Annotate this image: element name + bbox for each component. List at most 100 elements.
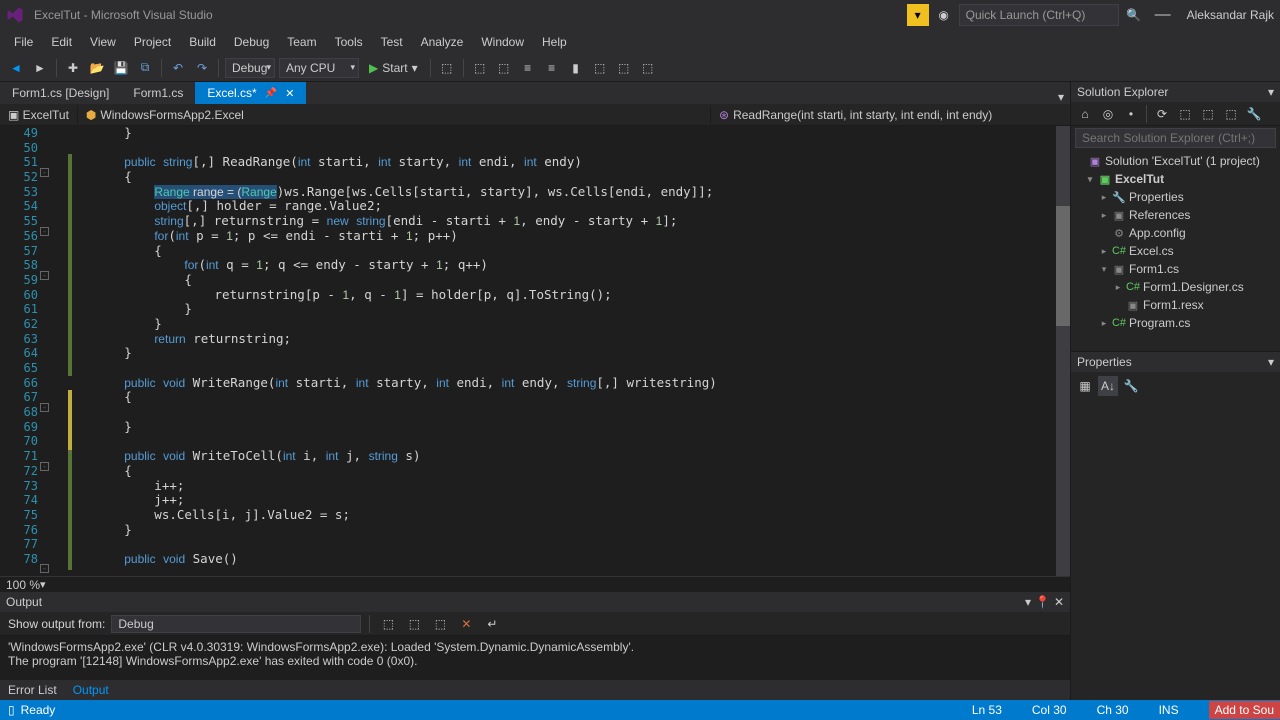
out-tool-3[interactable]: ⬚ [430, 614, 450, 634]
tab-overflow-button[interactable]: ▾ [1052, 90, 1070, 104]
panel-dropdown-icon[interactable]: ▾ [1268, 85, 1274, 99]
status-bar: ▯Ready Ln 53 Col 30 Ch 30 INS Add to Sou [0, 700, 1280, 720]
tree-item: ▸C#Excel.cs [1071, 242, 1280, 260]
out-clear-icon[interactable]: ✕ [456, 614, 476, 634]
line-gutter: 4950515253545556575859606162636465666768… [0, 126, 60, 576]
minimize-button[interactable]: — [1149, 6, 1177, 24]
new-project-button[interactable]: ✚ [63, 58, 83, 78]
open-file-button[interactable]: 📂 [87, 58, 107, 78]
out-wrap-icon[interactable]: ↵ [482, 614, 502, 634]
menu-team[interactable]: Team [279, 32, 324, 52]
context-member[interactable]: ⊛ReadRange(int starti, int starty, int e… [710, 106, 1070, 124]
main-toolbar: ◄ ► ✚ 📂 💾 ⧉ ↶ ↷ Debug Any CPU ▶Start ▾ ⬚… [0, 54, 1280, 82]
tb-icon-2[interactable]: ⬚ [470, 58, 490, 78]
play-icon: ▶ [369, 61, 378, 75]
se-refresh-icon[interactable]: ⟳ [1152, 104, 1172, 124]
output-source-combo[interactable]: Debug [111, 615, 361, 633]
menu-edit[interactable]: Edit [43, 32, 80, 52]
tree-solution: ▣Solution 'ExcelTut' (1 project) [1071, 152, 1280, 170]
bookmark-button[interactable]: ▮ [566, 58, 586, 78]
fold-icon[interactable]: - [40, 271, 49, 280]
output-pin-icon[interactable]: 📍 [1035, 595, 1050, 609]
se-icon-7[interactable]: ⬚ [1221, 104, 1241, 124]
redo-button[interactable]: ↷ [192, 58, 212, 78]
context-class[interactable]: ⬢WindowsFormsApp2.Excel [78, 106, 710, 124]
tab-error-list[interactable]: Error List [4, 681, 61, 699]
menu-help[interactable]: Help [534, 32, 575, 52]
indent-more-button[interactable]: ≡ [542, 58, 562, 78]
indent-less-button[interactable]: ≡ [518, 58, 538, 78]
tb-icon-1[interactable]: ⬚ [437, 58, 457, 78]
properties-title: Properties [1077, 355, 1132, 369]
se-icon-5[interactable]: ⬚ [1175, 104, 1195, 124]
menu-window[interactable]: Window [473, 32, 532, 52]
menu-file[interactable]: File [6, 32, 41, 52]
close-tab-icon[interactable]: ✕ [285, 87, 294, 100]
out-tool-1[interactable]: ⬚ [378, 614, 398, 634]
tree-item: ⚙App.config [1071, 224, 1280, 242]
output-close-icon[interactable]: ✕ [1054, 595, 1064, 609]
props-icon-3[interactable]: 🔧 [1121, 376, 1141, 396]
search-icon[interactable]: 🔍 [1123, 4, 1145, 26]
pin-icon[interactable]: 📌 [265, 88, 277, 99]
class-icon: ⬢ [86, 108, 96, 122]
menu-debug[interactable]: Debug [226, 32, 277, 52]
context-project[interactable]: ▣ ExcelTut [0, 106, 78, 124]
fold-icon[interactable]: - [40, 227, 49, 236]
out-tool-2[interactable]: ⬚ [404, 614, 424, 634]
code-editor[interactable]: 4950515253545556575859606162636465666768… [0, 126, 1070, 576]
output-dropdown-icon[interactable]: ▾ [1025, 595, 1031, 609]
menu-build[interactable]: Build [181, 32, 224, 52]
undo-button[interactable]: ↶ [168, 58, 188, 78]
se-home-icon[interactable]: ⌂ [1075, 104, 1095, 124]
notification-icon[interactable]: ▾ [907, 4, 929, 26]
platform-combo[interactable]: Any CPU [279, 58, 359, 78]
back-button[interactable]: ◄ [6, 58, 26, 78]
save-button[interactable]: 💾 [111, 58, 131, 78]
tab-output[interactable]: Output [69, 681, 113, 699]
props-categorize-icon[interactable]: ▦ [1075, 376, 1095, 396]
solution-tree[interactable]: ▣Solution 'ExcelTut' (1 project) ▾▣Excel… [1071, 150, 1280, 351]
fold-icon[interactable]: - [40, 403, 49, 412]
start-button[interactable]: ▶Start ▾ [363, 61, 424, 75]
se-icon-6[interactable]: ⬚ [1198, 104, 1218, 124]
props-alpha-icon[interactable]: A↓ [1098, 376, 1118, 396]
props-dropdown-icon[interactable]: ▾ [1268, 355, 1274, 369]
method-icon: ⊛ [719, 108, 729, 122]
tb-icon-6[interactable]: ⬚ [638, 58, 658, 78]
tb-icon-5[interactable]: ⬚ [614, 58, 634, 78]
tab-form1-design[interactable]: Form1.cs [Design] [0, 82, 121, 104]
menu-tools[interactable]: Tools [327, 32, 371, 52]
menu-test[interactable]: Test [373, 32, 411, 52]
tab-form1-cs[interactable]: Form1.cs [121, 82, 195, 104]
se-properties-icon[interactable]: 🔧 [1244, 104, 1264, 124]
status-ready-icon: ▯ [8, 703, 15, 717]
tree-item: ▸▣References [1071, 206, 1280, 224]
output-from-label: Show output from: [8, 617, 105, 631]
status-ins: INS [1159, 703, 1179, 717]
se-icon-3[interactable]: • [1121, 104, 1141, 124]
vs-logo-icon [6, 6, 24, 24]
forward-button[interactable]: ► [30, 58, 50, 78]
config-combo[interactable]: Debug [225, 58, 275, 78]
menu-project[interactable]: Project [126, 32, 179, 52]
output-body[interactable]: 'WindowsFormsApp2.exe' (CLR v4.0.30319: … [0, 636, 1070, 680]
user-name: Aleksandar Rajk [1187, 8, 1274, 22]
menu-view[interactable]: View [82, 32, 124, 52]
solution-search-input[interactable] [1075, 128, 1276, 148]
save-all-button[interactable]: ⧉ [135, 58, 155, 78]
fold-icon[interactable]: - [40, 564, 49, 573]
fold-icon[interactable]: - [40, 168, 49, 177]
tree-item: ▾▣Form1.cs [1071, 260, 1280, 278]
tab-excel-cs[interactable]: Excel.cs*📌✕ [195, 82, 306, 104]
zoom-level[interactable]: 100 % [6, 578, 40, 592]
fold-icon[interactable]: - [40, 462, 49, 471]
editor-scrollbar[interactable] [1056, 126, 1070, 576]
tb-icon-3[interactable]: ⬚ [494, 58, 514, 78]
feedback-icon[interactable]: ◉ [933, 4, 955, 26]
quick-launch-input[interactable]: Quick Launch (Ctrl+Q) [959, 4, 1119, 26]
menu-analyze[interactable]: Analyze [413, 32, 472, 52]
status-publish[interactable]: Add to Sou [1209, 701, 1280, 719]
se-icon-2[interactable]: ◎ [1098, 104, 1118, 124]
tb-icon-4[interactable]: ⬚ [590, 58, 610, 78]
